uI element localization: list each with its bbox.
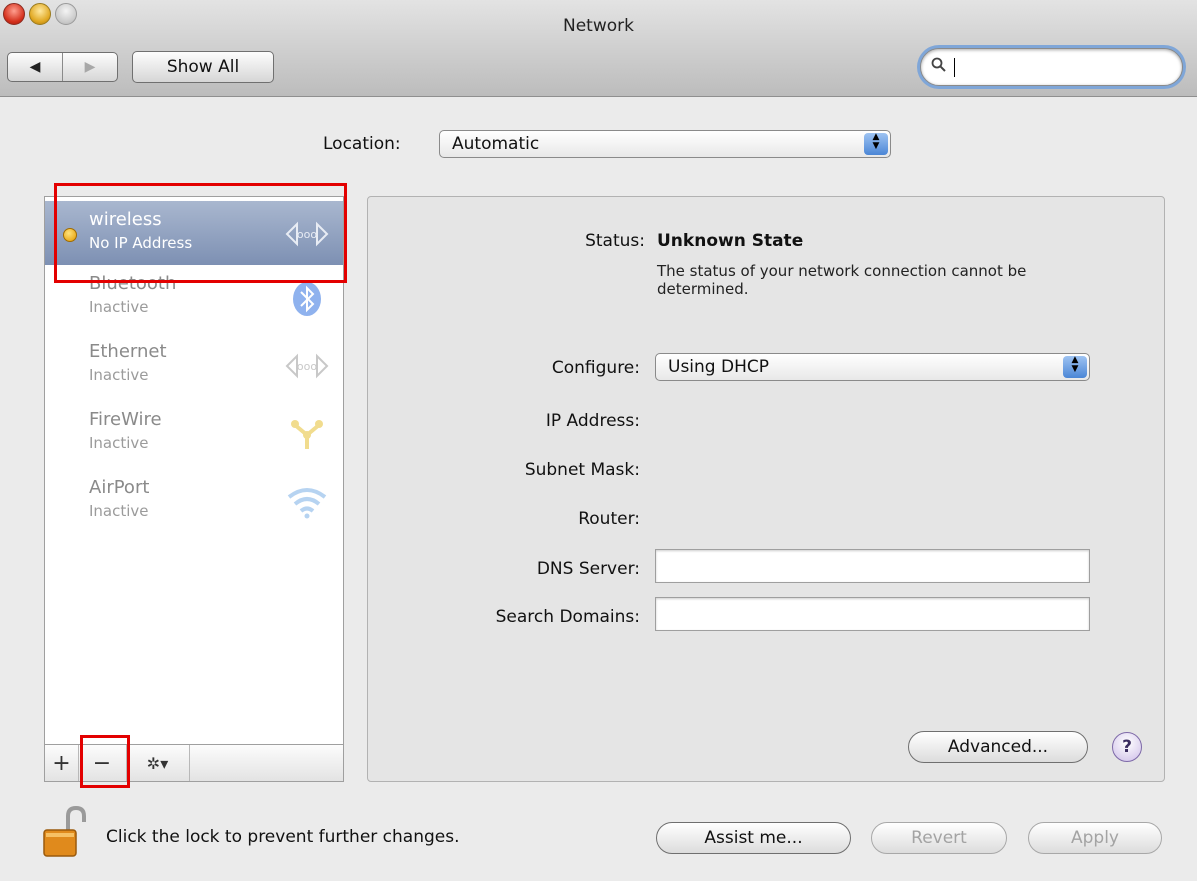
help-button[interactable]: ? xyxy=(1112,732,1142,762)
service-name: AirPort xyxy=(89,477,150,498)
subnet-mask-label: Subnet Mask: xyxy=(524,460,640,480)
status-description: The status of your network connection ca… xyxy=(657,262,1027,298)
ip-address-label: IP Address: xyxy=(545,411,640,431)
search-icon xyxy=(931,57,946,72)
router-label: Router: xyxy=(578,509,640,529)
window-title: Network xyxy=(563,16,634,36)
add-service-button[interactable]: + xyxy=(45,745,79,781)
highlight-box-remove xyxy=(80,735,130,788)
text-caret xyxy=(954,58,955,77)
service-status: Inactive xyxy=(89,434,149,452)
back-forward-control: ◀ ▶ xyxy=(7,52,118,82)
bluetooth-icon xyxy=(293,282,321,316)
ethernet-arrows-icon: ooo xyxy=(285,353,329,379)
service-item-firewire[interactable]: FireWire Inactive xyxy=(45,401,343,465)
service-item-ethernet[interactable]: Ethernet Inactive ooo xyxy=(45,333,343,397)
service-status: Inactive xyxy=(89,298,149,316)
wifi-icon xyxy=(287,488,327,519)
svg-text:ooo: ooo xyxy=(297,360,317,373)
back-button[interactable]: ◀ xyxy=(8,53,63,81)
dns-server-label: DNS Server: xyxy=(536,559,640,579)
lock-icon[interactable] xyxy=(40,806,90,858)
location-popup[interactable]: Automatic ▲ ▼ xyxy=(439,130,891,158)
search-domains-field[interactable] xyxy=(655,597,1090,631)
revert-button[interactable]: Revert xyxy=(871,822,1007,854)
location-value: Automatic xyxy=(452,134,540,154)
popup-arrows-icon: ▲ ▼ xyxy=(864,133,888,155)
configure-popup[interactable]: Using DHCP ▲ ▼ xyxy=(655,353,1090,381)
highlight-box-wireless xyxy=(54,183,347,283)
status-value: Unknown State xyxy=(657,231,804,251)
service-item-airport[interactable]: AirPort Inactive xyxy=(45,469,343,533)
show-all-button[interactable]: Show All xyxy=(132,51,274,83)
configure-value: Using DHCP xyxy=(668,357,769,377)
status-label: Status: xyxy=(585,231,645,251)
popup-arrows-icon: ▲ ▼ xyxy=(1063,356,1087,378)
service-name: FireWire xyxy=(89,409,162,430)
lock-message: Click the lock to prevent further change… xyxy=(106,827,460,847)
advanced-button[interactable]: Advanced... xyxy=(908,731,1088,763)
location-label: Location: xyxy=(323,134,401,154)
service-name: Ethernet xyxy=(89,341,167,362)
forward-button[interactable]: ▶ xyxy=(63,53,117,81)
service-status: Inactive xyxy=(89,366,149,384)
firewire-icon xyxy=(291,420,323,449)
action-gear-button[interactable]: ✲▾ xyxy=(126,745,190,781)
network-preferences-window: Network ◀ ▶ Show All Location: Automatic… xyxy=(0,0,1197,881)
title-toolbar: Network ◀ ▶ Show All xyxy=(0,0,1197,97)
service-status: Inactive xyxy=(89,502,149,520)
dns-server-field[interactable] xyxy=(655,549,1090,583)
assist-me-button[interactable]: Assist me... xyxy=(656,822,851,854)
apply-button[interactable]: Apply xyxy=(1028,822,1162,854)
search-field[interactable] xyxy=(920,48,1183,86)
configure-label: Configure: xyxy=(551,358,640,378)
search-domains-label: Search Domains: xyxy=(495,607,640,627)
